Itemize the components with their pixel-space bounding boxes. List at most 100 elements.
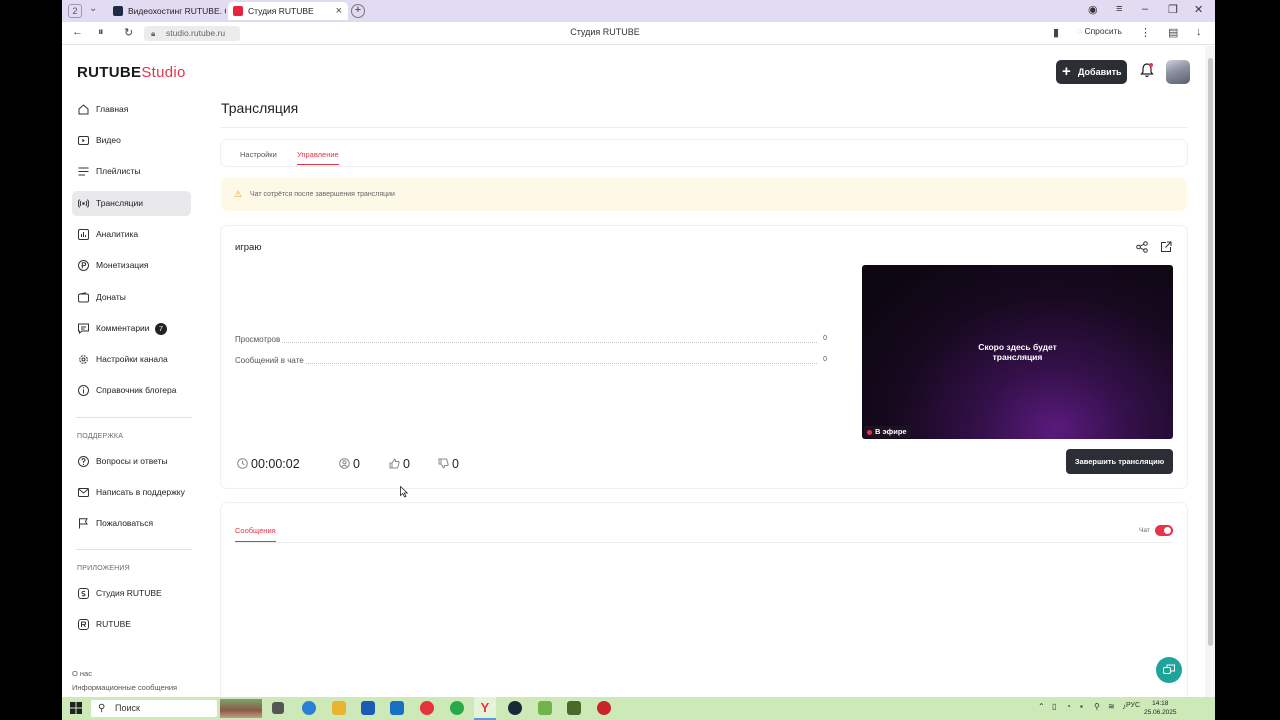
more-icon[interactable]: ⋮ <box>1140 26 1151 39</box>
file-explorer-icon[interactable] <box>332 701 346 715</box>
tray-language[interactable]: РУС <box>1126 702 1140 709</box>
live-badge: В эфире <box>864 426 911 438</box>
task-view-icon[interactable] <box>272 702 284 714</box>
playlist-icon <box>78 166 89 177</box>
yandex-icon[interactable] <box>420 701 434 715</box>
sidebar-item-comments[interactable]: Комментарии 7 <box>72 316 191 341</box>
tray-usb-icon[interactable]: ⚲ <box>1094 702 1100 711</box>
support-chat-button[interactable] <box>1156 657 1182 683</box>
new-tab-button[interactable]: + <box>351 4 365 18</box>
footer-link-info[interactable]: Информационные сообщения <box>72 683 177 692</box>
download-icon[interactable]: ↓ <box>1196 26 1202 38</box>
taskbar-search-label: Поиск <box>115 703 140 713</box>
game-icon[interactable] <box>567 701 581 715</box>
sidebar-item-blogger-guide[interactable]: Справочник блогера <box>72 378 191 403</box>
tab-messages[interactable]: Сообщения <box>235 526 276 542</box>
sidebar-item-write-support[interactable]: Написать в поддержку <box>72 480 191 505</box>
store-icon[interactable] <box>361 701 375 715</box>
address-bar: ← ⏸ ↻ 🔒︎ studio.rutube.ru Студия RUTUBE … <box>62 22 1215 45</box>
windows-start-icon[interactable] <box>70 702 82 714</box>
browser-tab-studio[interactable]: Студия RUTUBE × <box>228 2 348 20</box>
sidebar-item-playlists[interactable]: Плейлисты <box>72 159 191 184</box>
tray-network-icon[interactable]: ◔ <box>1066 702 1071 711</box>
tray-chevron-icon[interactable]: ⌃ <box>1038 702 1045 711</box>
sidebar-item-video[interactable]: Видео <box>72 128 191 153</box>
avatar[interactable] <box>1166 60 1190 84</box>
minimize-icon[interactable]: – <box>1142 3 1148 15</box>
sidebar-item-studio-app[interactable]: Студия RUTUBE <box>72 581 191 606</box>
tab-settings[interactable]: Настройки <box>240 150 277 159</box>
outlook-icon[interactable] <box>390 701 404 715</box>
chat-divider <box>235 542 1173 543</box>
stop-icon[interactable]: ⏸ <box>98 26 104 39</box>
whatsapp-icon[interactable] <box>450 701 464 715</box>
close-icon[interactable]: × <box>336 2 342 20</box>
question-icon <box>78 456 89 467</box>
sidebar-item-rutube-app[interactable]: RUTUBE <box>72 612 191 637</box>
chevron-down-icon[interactable]: ⌄ <box>89 3 97 14</box>
chat-card: Сообщения Чат <box>221 503 1187 703</box>
add-button-label: Добавить <box>1078 67 1122 77</box>
preview-placeholder-text: Скоро здесь будет трансляция <box>862 342 1173 362</box>
profile-icon[interactable]: ◉ <box>1088 3 1098 16</box>
bell-icon[interactable] <box>1140 62 1154 78</box>
sidebar-item-home[interactable]: Главная <box>72 97 191 122</box>
flag-icon <box>78 518 89 529</box>
tray-device-icon[interactable]: ▪ <box>1080 702 1083 711</box>
stat-value: 0 <box>821 356 827 363</box>
stream-preview[interactable]: Скоро здесь будет трансляция В эфире <box>862 265 1173 439</box>
tab-strip: 2 ⌄ Видеохостинг RUTUBE. С Студия RUTUBE… <box>62 0 1215 22</box>
studio-favicon-icon <box>233 6 243 16</box>
edge-icon[interactable] <box>302 701 316 715</box>
sidebar-item-donations[interactable]: Донаты <box>72 285 191 310</box>
page-scrollbar[interactable] <box>1205 46 1215 697</box>
sidebar-item-channel-settings[interactable]: Настройки канала <box>72 347 191 372</box>
window-close-icon[interactable]: ✕ <box>1194 3 1203 16</box>
rutube-studio-logo[interactable]: RUTUBEStudio <box>77 64 186 81</box>
comment-icon <box>78 323 89 334</box>
taskbar-clock[interactable]: 14:18 25.06.2025 <box>1144 699 1177 717</box>
chat-warning-banner: ⚠ Чат сотрётся после завершения трансляц… <box>221 178 1187 211</box>
browser-tab-rutube[interactable]: Видеохостинг RUTUBE. С <box>108 2 226 20</box>
menu-icon[interactable]: ≡ <box>1116 3 1122 15</box>
sidebar-item-monetization[interactable]: Монетизация <box>72 253 191 278</box>
restore-icon[interactable]: ❐ <box>1168 3 1178 16</box>
warning-text: Чат сотрётся после завершения трансляции <box>250 191 395 198</box>
bookmark-icon[interactable]: ▮ <box>1053 26 1059 39</box>
reader-icon[interactable]: ▤ <box>1168 26 1178 39</box>
lock-icon: 🔒︎ <box>151 29 156 38</box>
external-link-icon[interactable] <box>1160 241 1172 253</box>
tray-wifi-icon[interactable]: ≋ <box>1108 702 1115 711</box>
stream-card: играю Просмотров 0 Сообщений в чате 0 Ск… <box>221 226 1187 488</box>
steam-icon[interactable] <box>508 701 522 715</box>
share-icon[interactable] <box>1136 241 1148 253</box>
ask-button[interactable]: ◌ Спросить <box>1077 26 1122 36</box>
footer-link-about[interactable]: О нас <box>72 669 92 678</box>
end-stream-button[interactable]: Завершить трансляцию <box>1066 449 1173 474</box>
stat-dots <box>235 363 817 364</box>
chat-toggle[interactable] <box>1155 525 1173 536</box>
tray-app-icon[interactable]: ▯ <box>1052 702 1056 711</box>
sidebar-item-broadcasts[interactable]: Трансляции <box>72 191 191 216</box>
app-icon[interactable] <box>538 701 552 715</box>
yandex-browser-icon[interactable]: Y <box>478 701 492 715</box>
sidebar-item-report[interactable]: Пожаловаться <box>72 511 191 536</box>
sidebar-item-label: Студия RUTUBE <box>96 588 162 598</box>
add-button[interactable]: + Добавить <box>1056 60 1127 84</box>
scrollbar-thumb[interactable] <box>1208 58 1213 646</box>
url-text: studio.rutube.ru <box>166 28 226 38</box>
warning-icon: ⚠ <box>234 189 243 199</box>
search-highlight-image[interactable] <box>220 699 262 718</box>
taskbar-search[interactable]: ⚲ Поиск <box>91 700 217 717</box>
tab-counter[interactable]: 2 <box>68 4 82 18</box>
sidebar-item-faq[interactable]: Вопросы и ответы <box>72 449 191 474</box>
support-heading: ПОДДЕРЖКА <box>77 433 124 440</box>
url-field[interactable]: 🔒︎ studio.rutube.ru <box>144 26 240 41</box>
reload-icon[interactable]: ↻ <box>124 26 133 39</box>
title-divider <box>221 127 1187 128</box>
video-icon <box>78 135 89 146</box>
sidebar-item-analytics[interactable]: Аналитика <box>72 222 191 247</box>
recorder-icon[interactable] <box>597 701 611 715</box>
back-icon[interactable]: ← <box>72 26 83 38</box>
tab-management[interactable]: Управление <box>297 150 339 165</box>
